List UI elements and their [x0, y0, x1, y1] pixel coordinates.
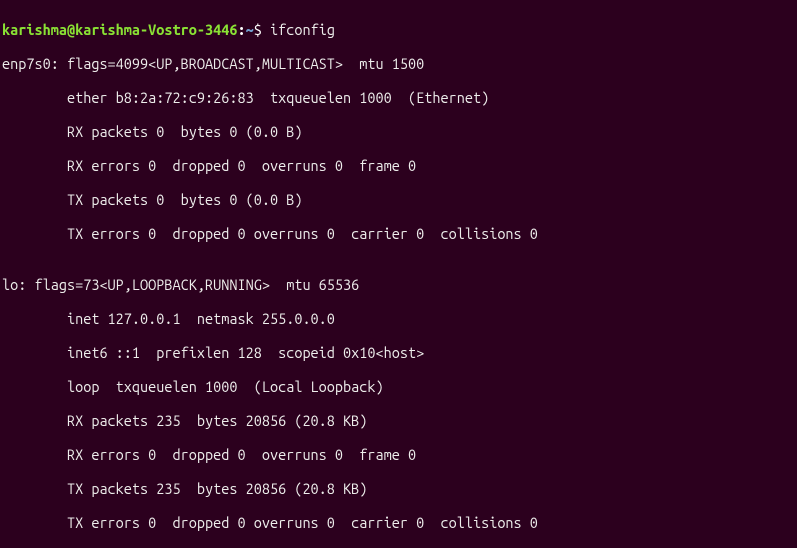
prompt-user: karishma@karishma-Vostro-3446 [2, 21, 237, 38]
prompt-colon: : [237, 21, 245, 38]
terminal-viewport[interactable]: karishma@karishma-Vostro-3446:~$ ifconfi… [0, 0, 797, 548]
prompt-line-1: karishma@karishma-Vostro-3446:~$ ifconfi… [2, 21, 795, 38]
command-input[interactable]: ifconfig [270, 21, 335, 38]
output-line: TX errors 0 dropped 0 overruns 0 carrier… [2, 225, 795, 242]
output-line: TX errors 0 dropped 0 overruns 0 carrier… [2, 514, 795, 531]
prompt-path: ~ [246, 21, 254, 38]
output-line: TX packets 235 bytes 20856 (20.8 KB) [2, 480, 795, 497]
output-line: inet6 ::1 prefixlen 128 scopeid 0x10<hos… [2, 344, 795, 361]
output-line: enp7s0: flags=4099<UP,BROADCAST,MULTICAS… [2, 55, 795, 72]
output-line: RX errors 0 dropped 0 overruns 0 frame 0 [2, 157, 795, 174]
output-line: RX packets 0 bytes 0 (0.0 B) [2, 123, 795, 140]
output-line: inet 127.0.0.1 netmask 255.0.0.0 [2, 310, 795, 327]
output-line: ether b8:2a:72:c9:26:83 txqueuelen 1000 … [2, 89, 795, 106]
output-line: RX errors 0 dropped 0 overruns 0 frame 0 [2, 446, 795, 463]
prompt-dollar: $ [254, 21, 270, 38]
output-line: TX packets 0 bytes 0 (0.0 B) [2, 191, 795, 208]
output-line: lo: flags=73<UP,LOOPBACK,RUNNING> mtu 65… [2, 276, 795, 293]
output-line: loop txqueuelen 1000 (Local Loopback) [2, 378, 795, 395]
output-line: RX packets 235 bytes 20856 (20.8 KB) [2, 412, 795, 429]
